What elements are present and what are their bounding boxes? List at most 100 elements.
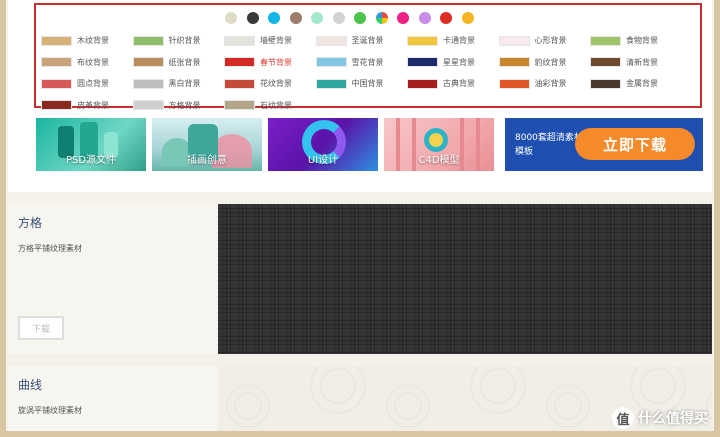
category-thumbnail [315, 57, 347, 68]
category-item[interactable]: 中国背景 [315, 73, 408, 95]
top-panel: 木纹背景 针织背景 墙壁背景 圣诞背景 卡通背景 心形背景 食物背景布纹背景 纸张背景 春节背景… [8, 0, 712, 192]
category-thumbnail [590, 57, 621, 68]
category-thumbnail [315, 78, 347, 89]
color-swatch[interactable] [397, 12, 409, 24]
banner-psd[interactable]: PSD源文件 [36, 118, 146, 171]
category-item[interactable]: 墙壁背景 [224, 30, 316, 52]
category-label: 春节背景 [260, 57, 292, 67]
texture-description: 旋涡平铺纹理素材 [18, 406, 82, 415]
download-now-button[interactable]: 立即下载 [575, 128, 695, 160]
color-swatch[interactable] [289, 12, 302, 24]
category-label: 方格背景 [168, 100, 201, 110]
category-thumbnail [498, 35, 530, 46]
category-item[interactable]: 木纹背景 [41, 30, 133, 52]
category-label: 皮革背景 [77, 100, 109, 110]
category-item[interactable]: 星星背景 [407, 52, 499, 74]
color-swatch[interactable] [418, 12, 431, 24]
category-label: 卡通背景 [443, 36, 475, 46]
banner-illustration[interactable]: 插画创意 [152, 118, 262, 171]
color-swatch[interactable] [461, 12, 474, 24]
zhi-logo-icon: 值 [612, 407, 634, 429]
category-item[interactable]: 皮革背景 [41, 95, 133, 117]
category-label: 花纹背景 [260, 79, 292, 89]
category-item[interactable]: 春节背景 [224, 52, 316, 74]
texture-description: 方格平铺纹理素材 [18, 244, 82, 253]
category-item[interactable]: 卡通背景 [407, 30, 499, 52]
category-item[interactable]: 雪花背景 [315, 52, 408, 74]
category-item[interactable]: 圆点背景 [41, 73, 133, 95]
background-filter-panel: 木纹背景 针织背景 墙壁背景 圣诞背景 卡通背景 心形背景 食物背景布纹背景 纸张背景 春节背景… [34, 3, 702, 111]
download-banner[interactable]: 8000套超清素材模板 立即下载 [505, 118, 703, 171]
category-thumbnail [41, 35, 72, 46]
category-item[interactable]: 清新背景 [590, 52, 682, 74]
category-label: 黑白背景 [168, 79, 201, 89]
color-swatch-row [225, 12, 474, 26]
category-item[interactable]: 油彩背景 [498, 73, 591, 95]
category-thumbnail [590, 35, 621, 46]
category-label: 金属背景 [626, 79, 658, 89]
category-label: 纸张背景 [168, 57, 201, 67]
color-swatch[interactable] [268, 12, 280, 24]
banner-caption: PSD源文件 [65, 155, 117, 166]
banner-caption: 插画创意 [187, 155, 227, 166]
category-label: 墙壁背景 [260, 36, 292, 46]
category-thumbnail [224, 78, 255, 89]
texture-download-button[interactable]: 下载 [18, 316, 64, 340]
category-item[interactable]: 食物背景 [590, 30, 682, 52]
category-label: 心形背景 [534, 36, 567, 46]
category-label: 圆点背景 [77, 79, 109, 89]
texture-info: 曲线 旋涡平铺纹理素材 [18, 376, 208, 416]
category-thumbnail [132, 57, 164, 68]
site-watermark: 值 什么值得买 [612, 407, 708, 429]
category-item[interactable]: 石纹背景 [224, 95, 316, 117]
color-swatch[interactable] [311, 12, 323, 24]
category-thumbnail [224, 57, 255, 68]
category-label: 针织背景 [168, 36, 201, 46]
category-label: 星星背景 [443, 57, 475, 67]
category-item[interactable]: 心形背景 [498, 30, 591, 52]
category-item[interactable]: 花纹背景 [224, 73, 316, 95]
category-item[interactable]: 圣诞背景 [315, 30, 408, 52]
banner-c4d[interactable]: C4D模型 [384, 118, 494, 171]
banner-caption: C4D模型 [418, 155, 460, 166]
texture-card-grid: 方格 方格平铺纹理素材 下载 [8, 204, 712, 354]
category-thumbnail [224, 35, 255, 46]
color-swatch[interactable] [225, 12, 237, 24]
watermark-text: 什么值得买 [638, 411, 708, 427]
category-item[interactable]: 方格背景 [132, 95, 225, 117]
banner-ui[interactable]: UI设计 [268, 118, 378, 171]
category-thumbnail [224, 100, 255, 111]
category-item[interactable]: 针织背景 [132, 30, 225, 52]
category-thumbnail [407, 57, 438, 68]
category-label: 豹纹背景 [534, 57, 567, 67]
category-label: 石纹背景 [260, 100, 292, 110]
texture-preview-grid[interactable] [218, 204, 712, 354]
color-swatch[interactable] [246, 12, 259, 24]
category-thumbnail [41, 78, 72, 89]
color-swatch[interactable] [375, 12, 388, 24]
color-swatch[interactable] [440, 12, 452, 24]
category-thumbnail [315, 35, 347, 46]
category-thumbnail [498, 57, 530, 68]
category-label: 中国背景 [351, 79, 384, 89]
category-label: 木纹背景 [77, 36, 109, 46]
category-item[interactable]: 豹纹背景 [498, 52, 591, 74]
category-label: 食物背景 [626, 36, 658, 46]
category-thumbnail [41, 100, 72, 111]
category-thumbnail [41, 57, 72, 68]
category-item[interactable]: 纸张背景 [132, 52, 225, 74]
texture-card-curve: 曲线 旋涡平铺纹理素材 [8, 366, 712, 437]
category-thumbnail [407, 35, 438, 46]
category-label: 清新背景 [626, 57, 658, 67]
color-swatch[interactable] [332, 12, 345, 24]
category-item[interactable]: 黑白背景 [132, 73, 225, 95]
banner-row: PSD源文件 插画创意 UI设计 C4D模型 8000套超清素材模板 立即下载 [36, 118, 703, 171]
category-thumbnail [132, 78, 164, 89]
category-label: 古典背景 [443, 79, 475, 89]
category-item[interactable]: 古典背景 [407, 73, 499, 95]
category-grid: 木纹背景 针织背景 墙壁背景 圣诞背景 卡通背景 心形背景 食物背景布纹背景 纸张背景 春节背景… [41, 30, 682, 116]
category-label: 油彩背景 [534, 79, 567, 89]
category-item[interactable]: 布纹背景 [41, 52, 133, 74]
color-swatch[interactable] [354, 12, 366, 24]
category-item[interactable]: 金属背景 [590, 73, 682, 95]
